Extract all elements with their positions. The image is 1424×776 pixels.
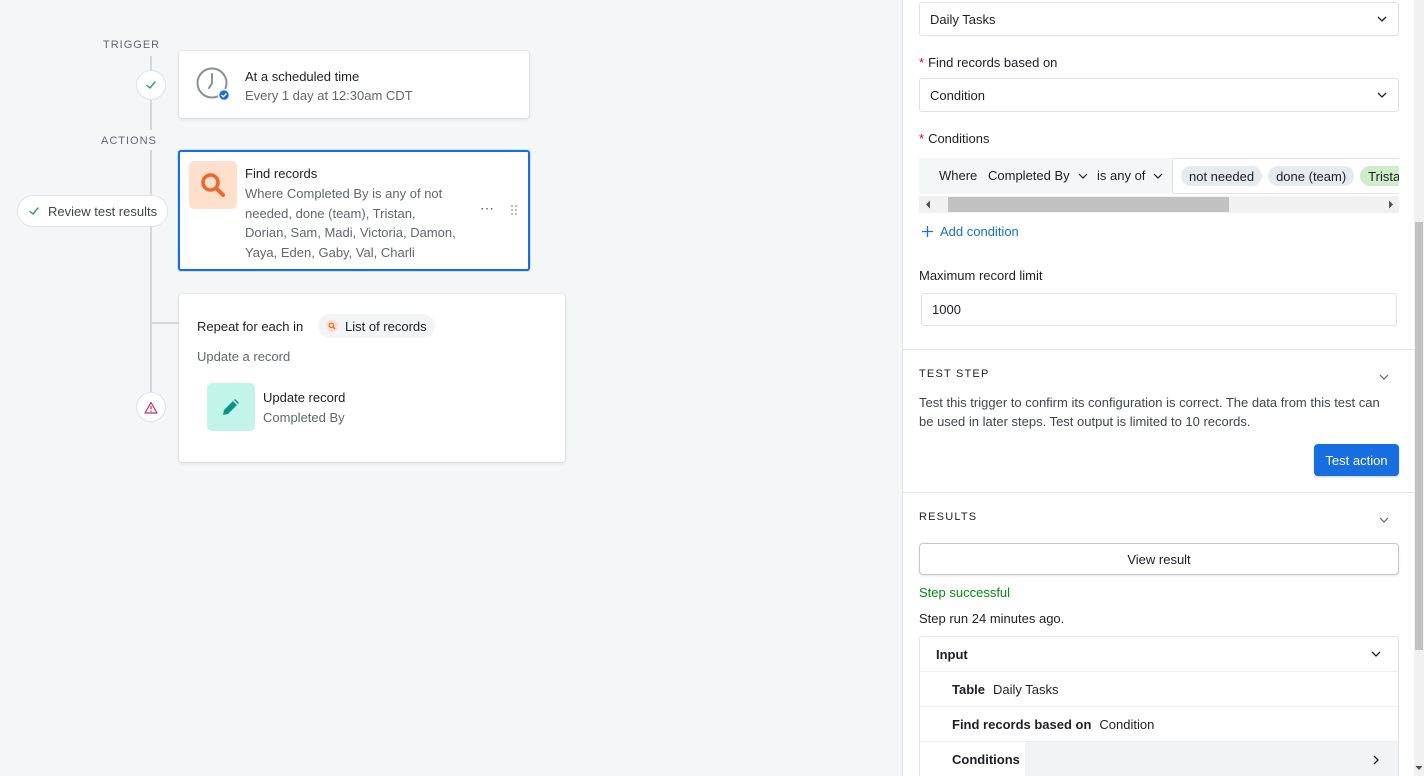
collapse-results-button[interactable]	[1378, 512, 1390, 527]
repeat-title: Repeat for each in	[197, 319, 304, 334]
chevron-down-icon	[1078, 173, 1088, 179]
input-header-label: Input	[936, 646, 968, 662]
trigger-section-label: TRIGGER	[103, 39, 161, 51]
condition-row: Where Completed By is any of not needed …	[919, 158, 1399, 194]
collapse-test-step-button[interactable]	[1378, 369, 1390, 384]
divider	[903, 349, 1424, 350]
repeat-warning-status	[136, 392, 166, 422]
find-records-title: Find records	[245, 166, 318, 181]
update-record-subtitle: Completed By	[263, 410, 345, 425]
search-icon	[189, 161, 237, 209]
find-records-line: Yaya, Eden, Gaby, Val, Charli	[245, 244, 415, 260]
input-row-conditions[interactable]: Conditions	[920, 741, 1398, 776]
check-icon	[29, 207, 39, 215]
connector-line	[150, 56, 152, 70]
connector-line	[150, 150, 152, 392]
input-key: Find records based on	[952, 716, 1092, 732]
find-based-on-label: * Find records based on	[919, 55, 1058, 70]
input-key: Conditions	[952, 751, 1020, 767]
repeat-for-each-card[interactable]: Repeat for each in List of records Updat…	[179, 294, 565, 462]
step-config-panel: Daily Tasks * Find records based on Condi…	[902, 0, 1424, 776]
chevron-down-icon	[1379, 374, 1389, 380]
value-chip[interactable]: done (team)	[1268, 166, 1355, 186]
review-test-results-button[interactable]: Review test results	[17, 195, 169, 227]
condition-horizontal-scrollbar[interactable]	[919, 196, 1399, 213]
find-records-card[interactable]: Find records Where Completed By is any o…	[178, 150, 530, 271]
max-limit-input[interactable]: 1000	[921, 293, 1397, 326]
connector-branch	[150, 322, 180, 324]
trigger-status-check	[136, 70, 166, 100]
chevron-right-icon	[1373, 755, 1379, 764]
input-row-find-based-on: Find records based on Condition	[920, 706, 1398, 741]
scroll-down-arrow-icon[interactable]	[1415, 759, 1423, 774]
find-records-description: Where Completed By is any of not needed,…	[245, 184, 465, 262]
add-condition-label: Add condition	[940, 224, 1019, 239]
scroll-left-arrow-icon[interactable]	[919, 196, 936, 213]
trigger-title: At a scheduled time	[245, 69, 360, 84]
add-condition-button[interactable]: Add condition	[921, 224, 1019, 239]
warning-icon	[144, 401, 158, 414]
list-of-records-label: List of records	[345, 318, 427, 334]
drag-handle-icon[interactable]	[510, 204, 518, 219]
input-value: Daily Tasks	[993, 681, 1059, 697]
conditions-label: * Conditions	[919, 131, 990, 146]
table-select[interactable]: Daily Tasks	[919, 2, 1399, 36]
condition-values-input[interactable]: not needed done (team) Tristan	[1172, 158, 1399, 194]
find-based-on-select[interactable]: Condition	[919, 78, 1399, 112]
clock-icon	[196, 67, 231, 102]
trigger-subtitle: Every 1 day at 12:30am CDT	[245, 88, 413, 103]
divider	[903, 492, 1424, 493]
more-options-icon[interactable]: ⋯	[480, 200, 494, 217]
connector-line	[150, 100, 152, 130]
test-step-description: Test this trigger to confirm its configu…	[919, 395, 1380, 429]
value-chip[interactable]: not needed	[1181, 166, 1263, 186]
step-run-time: Step run 24 minutes ago.	[919, 611, 1065, 626]
search-icon	[326, 320, 338, 332]
actions-section-label: ACTIONS	[101, 135, 157, 147]
chevron-down-icon	[1153, 173, 1163, 179]
condition-where-label: Where	[939, 168, 978, 183]
review-test-results-label: Review test results	[48, 203, 158, 219]
scroll-thumb[interactable]	[1415, 222, 1423, 650]
scroll-right-arrow-icon[interactable]	[1382, 196, 1399, 213]
find-records-line: needed, done (team), Tristan,	[245, 205, 416, 221]
table-select-value: Daily Tasks	[930, 11, 996, 27]
chevron-down-icon	[1379, 517, 1389, 523]
test-step-heading: TEST STEP	[919, 368, 990, 380]
list-of-records-token[interactable]: List of records	[318, 314, 435, 338]
test-action-button[interactable]: Test action	[1314, 444, 1399, 476]
automation-canvas: TRIGGER ACTIONS At a scheduled time Ever…	[0, 0, 902, 776]
input-header[interactable]: Input	[920, 637, 1398, 671]
condition-operator-select[interactable]: is any of	[1097, 168, 1163, 183]
max-limit-label: Maximum record limit	[919, 268, 1043, 283]
input-value: Condition	[1099, 716, 1155, 732]
value-chip[interactable]: Tristan	[1360, 166, 1399, 186]
chevron-down-icon	[1377, 92, 1387, 98]
check-icon	[146, 81, 156, 89]
chevron-down-icon	[1371, 651, 1381, 657]
max-limit-value: 1000	[932, 302, 961, 317]
view-result-button[interactable]: View result	[919, 543, 1399, 575]
conditions-expand-area[interactable]	[1025, 742, 1398, 776]
pencil-icon	[207, 383, 255, 431]
condition-field-select[interactable]: Completed By	[988, 168, 1088, 183]
panel-vertical-scrollbar[interactable]	[1414, 0, 1424, 776]
find-based-on-value: Condition	[930, 87, 985, 103]
input-key: Table	[952, 681, 985, 697]
chevron-down-icon	[1377, 16, 1387, 22]
input-row-table: Table Daily Tasks	[920, 671, 1398, 706]
update-record-title: Update record	[263, 390, 346, 405]
input-details: Input Table Daily Tasks Find records bas…	[919, 636, 1399, 776]
plus-icon	[922, 226, 933, 237]
find-records-line: Where Completed By is any of not	[245, 186, 443, 201]
find-records-line: Dorian, Sam, Madi, Victoria, Damon,	[245, 225, 456, 240]
step-status-text: Step successful	[919, 585, 1011, 600]
scroll-thumb[interactable]	[948, 197, 1229, 212]
trigger-card[interactable]: At a scheduled time Every 1 day at 12:30…	[179, 51, 529, 118]
repeat-subtitle: Update a record	[197, 349, 291, 364]
results-heading: RESULTS	[919, 511, 978, 523]
